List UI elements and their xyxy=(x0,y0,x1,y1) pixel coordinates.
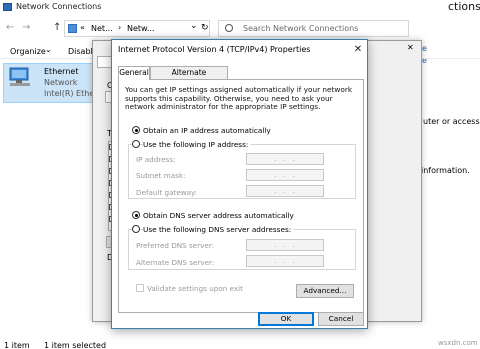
network-folder-icon xyxy=(3,3,12,11)
ipv4-properties-dialog: Internet Protocol Version 4 (TCP/IPv4) P… xyxy=(111,39,368,329)
organize-dropdown-icon: ⌄ xyxy=(45,45,52,54)
right-overflow-title: ctions xyxy=(448,0,480,13)
search-icon xyxy=(225,24,233,32)
adapter-device: Intel(R) Etherr xyxy=(44,89,92,98)
address-bar[interactable]: « Net... › Netw... ⌄ ↻ xyxy=(64,20,210,37)
ip-address-label: IP address: xyxy=(136,155,176,164)
subnet-mask-field[interactable]: ... xyxy=(246,169,324,181)
search-input[interactable]: Search Network Connections xyxy=(243,24,358,33)
preferred-dns-field[interactable]: ... xyxy=(246,239,324,251)
right-overflow-text-2: information. xyxy=(421,166,470,175)
address-part-2[interactable]: Netw... xyxy=(127,24,154,33)
default-gateway-label: Default gateway: xyxy=(136,188,198,197)
obtain-ip-auto-label[interactable]: Obtain an IP address automatically xyxy=(143,126,271,135)
back-arrow-icon[interactable]: ← xyxy=(6,22,14,33)
selection-count: 1 item selected xyxy=(44,341,107,349)
validate-settings-label[interactable]: Validate settings upon exit xyxy=(147,284,243,293)
description-text: You can get IP settings assigned automat… xyxy=(125,85,353,112)
use-following-dns-radio[interactable] xyxy=(132,225,140,233)
address-part-1[interactable]: Net... xyxy=(91,24,113,33)
preferred-dns-label: Preferred DNS server: xyxy=(136,241,215,250)
subnet-mask-label: Subnet mask: xyxy=(136,171,186,180)
obtain-dns-auto-label[interactable]: Obtain DNS server address automatically xyxy=(143,211,294,220)
use-following-ip-radio[interactable] xyxy=(132,140,140,148)
tab-alternate-configuration[interactable]: Alternate Configuration xyxy=(150,66,228,89)
cancel-button[interactable]: Cancel xyxy=(318,312,364,326)
tab-general[interactable]: General xyxy=(118,66,150,80)
breadcrumb-separator-icon: › xyxy=(118,23,122,32)
right-overflow-text-1: uter or access xyxy=(423,117,480,126)
default-gateway-field[interactable]: ... xyxy=(246,185,324,197)
window-title: Network Connections xyxy=(16,2,102,11)
up-arrow-icon[interactable]: ↑ xyxy=(53,22,61,33)
adapter-name: Ethernet xyxy=(44,67,79,76)
ethernet-adapter-icon xyxy=(8,66,32,88)
use-following-dns-label[interactable]: Use the following DNS server addresses: xyxy=(143,225,294,234)
obtain-dns-auto-radio[interactable] xyxy=(132,211,140,219)
ok-button[interactable]: OK xyxy=(258,312,314,326)
validate-settings-checkbox[interactable] xyxy=(136,284,144,292)
advanced-button[interactable]: Advanced... xyxy=(296,284,354,298)
address-dropdown-icon[interactable]: ⌄ xyxy=(190,21,198,31)
right-overflow-link: e xyxy=(422,44,427,53)
alternate-dns-label: Alternate DNS server: xyxy=(136,258,215,267)
watermark: wsxdn.com xyxy=(438,339,478,347)
dialog-title: Internet Protocol Version 4 (TCP/IPv4) P… xyxy=(118,45,311,54)
forward-arrow-icon[interactable]: → xyxy=(22,22,30,33)
refresh-icon[interactable]: ↻ xyxy=(201,23,209,33)
mid-close-icon[interactable]: ✕ xyxy=(407,43,414,52)
item-count: 1 item xyxy=(4,341,30,349)
search-box[interactable]: Search Network Connections xyxy=(218,20,409,37)
close-icon[interactable]: ✕ xyxy=(351,43,365,56)
obtain-ip-auto-radio[interactable] xyxy=(132,126,140,134)
ip-address-field[interactable]: ... xyxy=(246,153,324,165)
address-icon xyxy=(68,24,77,33)
status-bar: 1 item 1 item selected xyxy=(0,336,480,349)
use-following-ip-label[interactable]: Use the following IP address: xyxy=(143,140,251,149)
adapter-network: Network xyxy=(44,78,78,87)
alternate-dns-field[interactable]: ... xyxy=(246,255,324,267)
organize-button[interactable]: Organize xyxy=(10,47,46,56)
address-chevron-icon[interactable]: « xyxy=(80,23,85,32)
